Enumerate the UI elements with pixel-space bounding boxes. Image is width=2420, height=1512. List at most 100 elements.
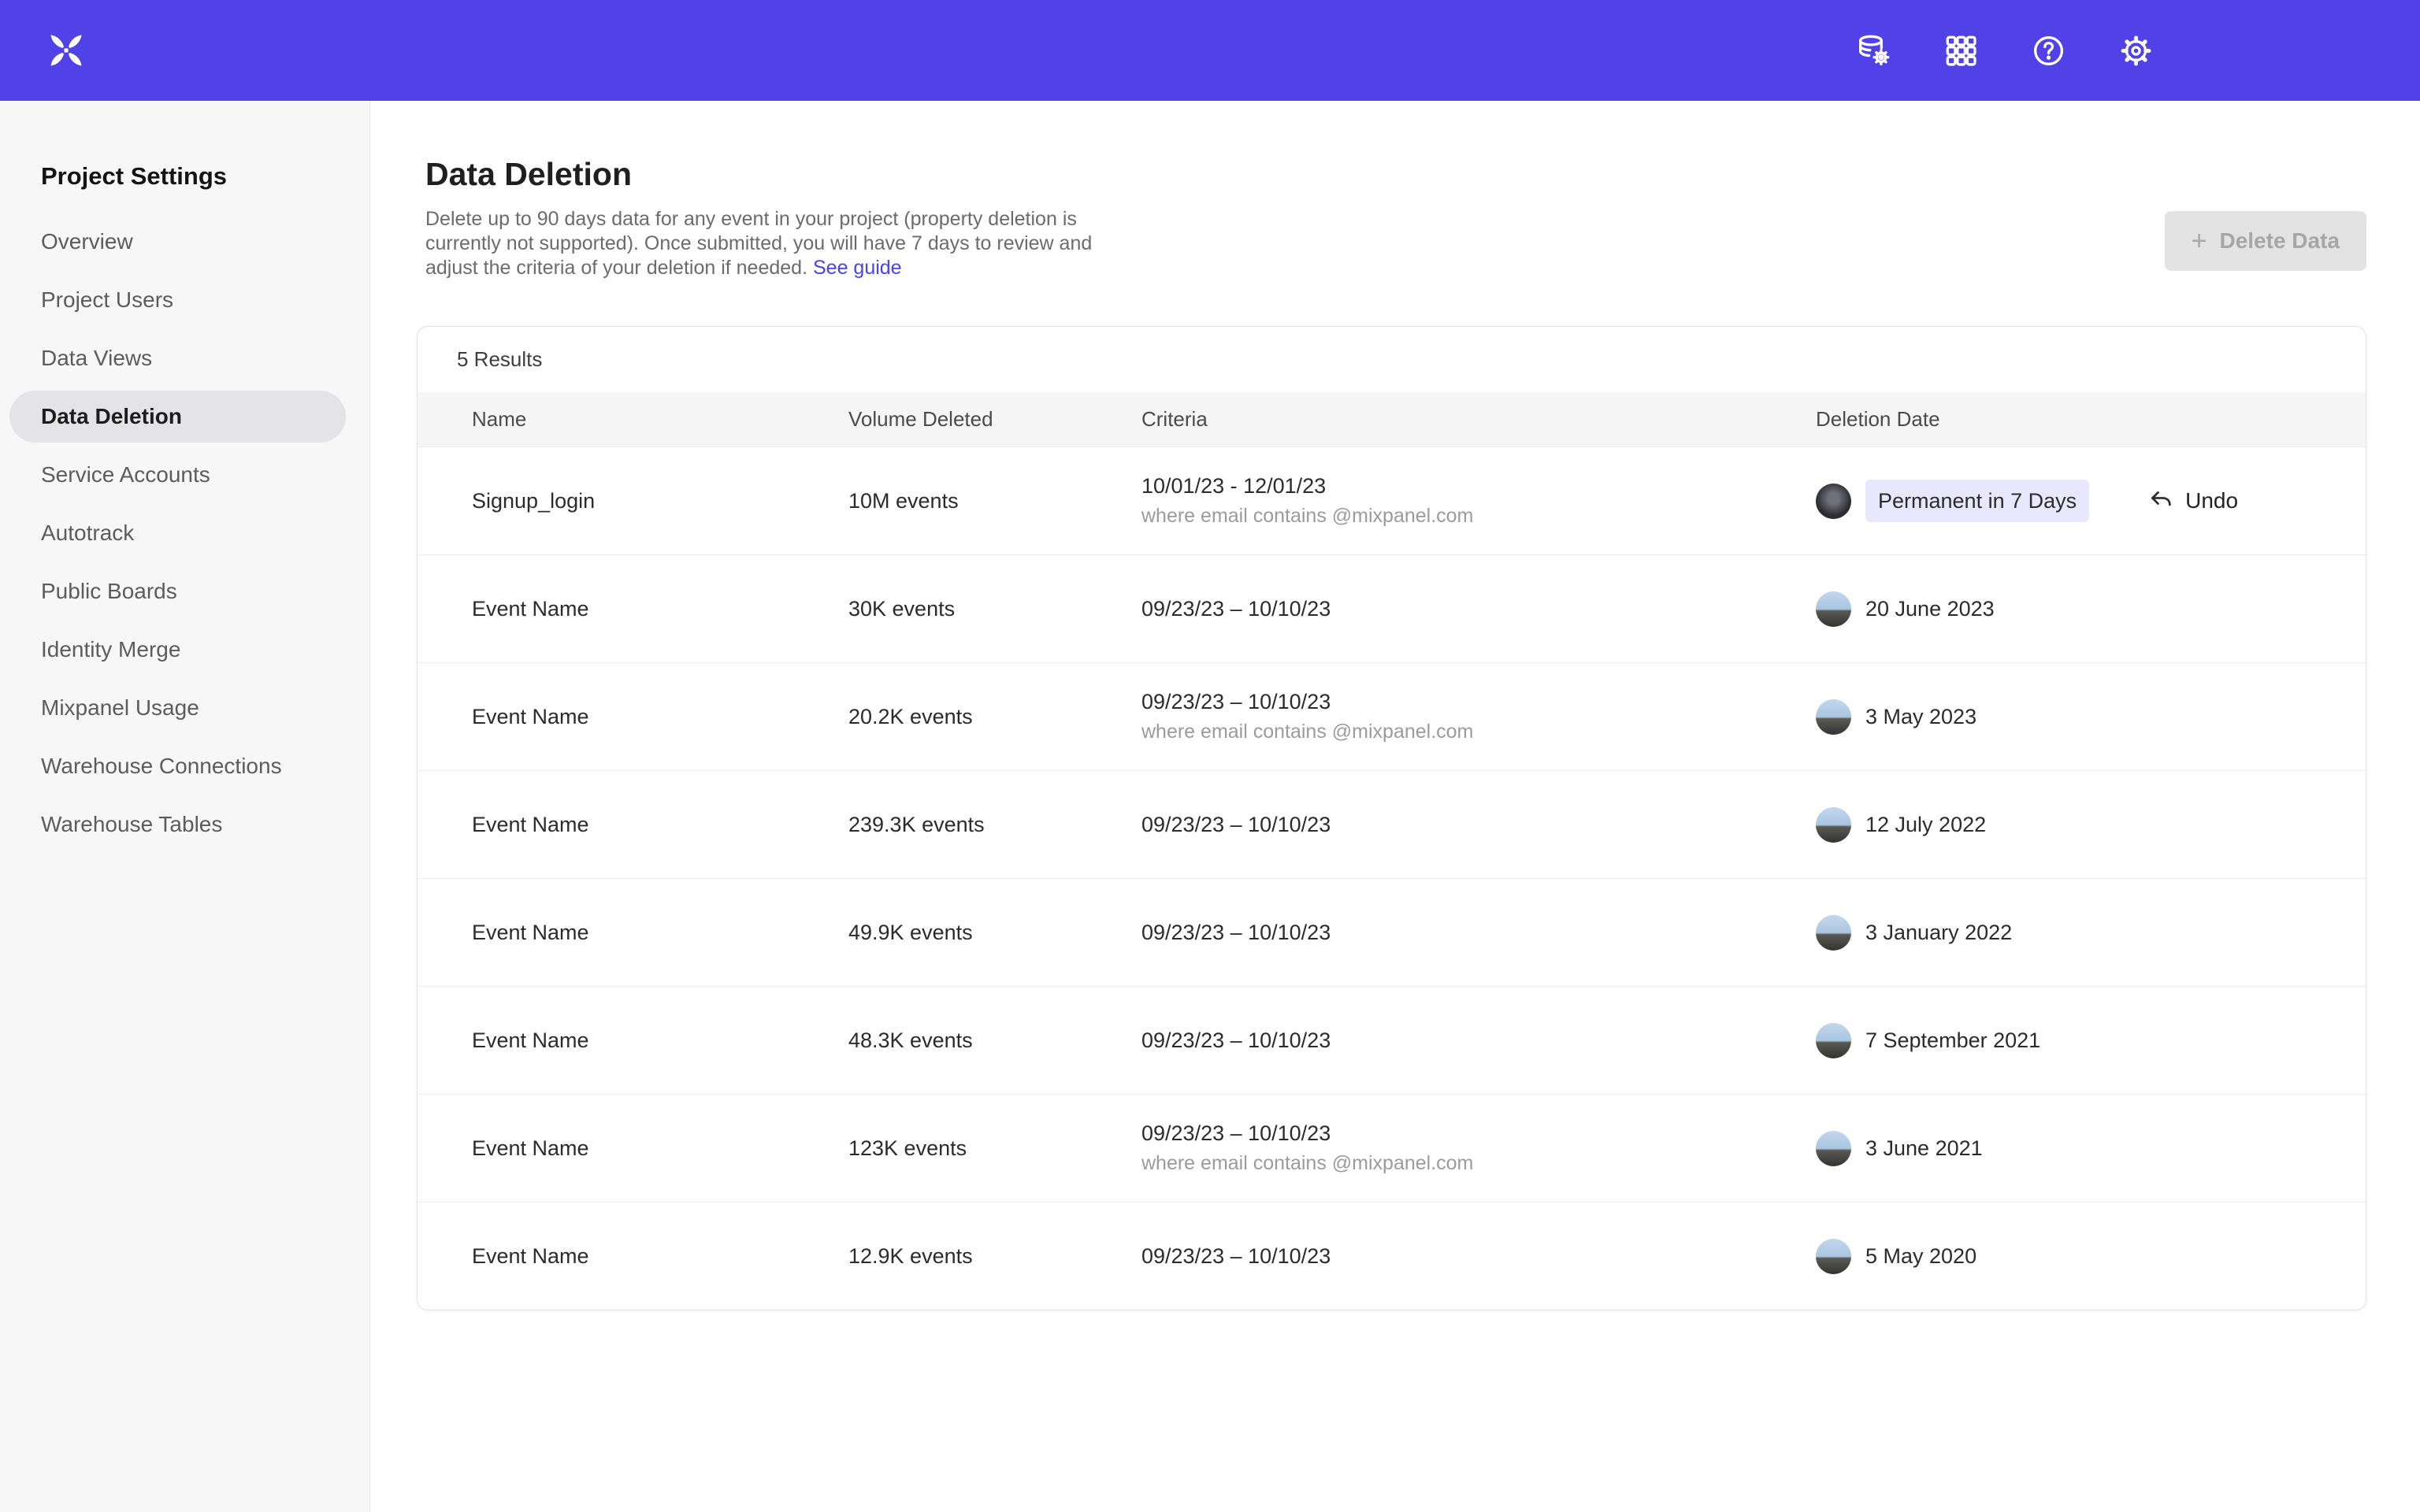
event-name: Event Name bbox=[472, 597, 848, 621]
sidebar-heading: Project Settings bbox=[41, 162, 369, 191]
deletion-date-cell: 7 September 2021 bbox=[1816, 1023, 2366, 1058]
event-name: Event Name bbox=[472, 1028, 848, 1053]
deletion-date-cell: Permanent in 7 Days Undo bbox=[1816, 480, 2366, 522]
delete-data-button-label: Delete Data bbox=[2219, 228, 2340, 254]
user-avatar bbox=[1816, 699, 1851, 735]
user-avatar bbox=[1816, 1239, 1851, 1274]
undo-label: Undo bbox=[2185, 488, 2238, 513]
user-avatar bbox=[1816, 484, 1851, 519]
deletion-date: 3 May 2023 bbox=[1865, 705, 1976, 729]
table-row: Event Name 123K events 09/23/23 – 10/10/… bbox=[418, 1094, 2366, 1202]
criteria-cell: 09/23/23 – 10/10/23 bbox=[1141, 1028, 1816, 1053]
description-line-1: Delete up to 90 days data for any event … bbox=[425, 207, 2366, 232]
sidebar-item-warehouse-tables[interactable]: Warehouse Tables bbox=[9, 799, 346, 850]
see-guide-link[interactable]: See guide bbox=[813, 257, 902, 279]
user-avatar bbox=[1816, 1131, 1851, 1166]
deletion-date-cell: 5 May 2020 bbox=[1816, 1239, 2366, 1274]
permanent-status-badge: Permanent in 7 Days bbox=[1865, 480, 2089, 522]
table-row: Event Name 20.2K events 09/23/23 – 10/10… bbox=[418, 662, 2366, 770]
user-avatar bbox=[1816, 1023, 1851, 1058]
sidebar-nav-list: Overview Project Users Data Views Data D… bbox=[0, 216, 369, 850]
sidebar-item-public-boards[interactable]: Public Boards bbox=[9, 565, 346, 617]
data-deletion-page: Data Deletion Delete up to 90 days data … bbox=[370, 156, 2420, 1310]
event-name: Event Name bbox=[472, 705, 848, 729]
description-line-3: adjust the criteria of your deletion if … bbox=[425, 256, 2366, 280]
top-navigation-bar bbox=[0, 0, 2420, 101]
volume-deleted: 20.2K events bbox=[848, 705, 1141, 729]
column-header-name: Name bbox=[472, 407, 848, 432]
table-header-row: Name Volume Deleted Criteria Deletion Da… bbox=[418, 392, 2366, 447]
sidebar-item-mixpanel-usage[interactable]: Mixpanel Usage bbox=[9, 682, 346, 734]
event-name: Event Name bbox=[472, 813, 848, 837]
table-row: Event Name 30K events 09/23/23 – 10/10/2… bbox=[418, 554, 2366, 662]
event-name: Event Name bbox=[472, 1244, 848, 1269]
sidebar-item-project-users[interactable]: Project Users bbox=[9, 274, 346, 326]
event-name: Event Name bbox=[472, 1136, 848, 1161]
undo-button[interactable]: Undo bbox=[2147, 487, 2238, 514]
table-row: Event Name 239.3K events 09/23/23 – 10/1… bbox=[418, 770, 2366, 878]
volume-deleted: 123K events bbox=[848, 1136, 1141, 1161]
criteria-filter: where email contains @mixpanel.com bbox=[1141, 505, 1816, 528]
page-description: Delete up to 90 days data for any event … bbox=[425, 207, 2366, 280]
topbar-icon-group bbox=[1855, 32, 2155, 69]
deletion-date-cell: 3 January 2022 bbox=[1816, 915, 2366, 951]
mixpanel-logo[interactable] bbox=[46, 30, 87, 71]
user-avatar bbox=[1816, 915, 1851, 951]
table-row: Signup_login 10M events 10/01/23 - 12/01… bbox=[418, 447, 2366, 554]
deletion-date: 20 June 2023 bbox=[1865, 597, 1995, 621]
table-row: Event Name 12.9K events 09/23/23 – 10/10… bbox=[418, 1202, 2366, 1310]
sidebar-item-warehouse-connections[interactable]: Warehouse Connections bbox=[9, 740, 346, 792]
deletion-date: 7 September 2021 bbox=[1865, 1028, 2040, 1053]
page-title: Data Deletion bbox=[425, 156, 2366, 193]
criteria-range: 09/23/23 – 10/10/23 bbox=[1141, 921, 1816, 945]
help-icon[interactable] bbox=[2030, 32, 2067, 69]
deletion-date: 3 January 2022 bbox=[1865, 921, 2012, 945]
settings-sidebar: Project Settings Overview Project Users … bbox=[0, 101, 370, 1512]
user-avatar bbox=[1816, 807, 1851, 843]
volume-deleted: 49.9K events bbox=[848, 921, 1141, 945]
criteria-cell: 09/23/23 – 10/10/23 bbox=[1141, 1244, 1816, 1269]
criteria-cell: 09/23/23 – 10/10/23 where email contains… bbox=[1141, 1121, 1816, 1175]
undo-arrow-icon bbox=[2147, 487, 2174, 514]
delete-data-button[interactable]: + Delete Data bbox=[2165, 211, 2366, 271]
criteria-range: 09/23/23 – 10/10/23 bbox=[1141, 813, 1816, 837]
volume-deleted: 10M events bbox=[848, 489, 1141, 513]
sidebar-item-data-deletion[interactable]: Data Deletion bbox=[9, 391, 346, 443]
column-header-criteria: Criteria bbox=[1141, 407, 1816, 432]
settings-gear-icon[interactable] bbox=[2118, 32, 2155, 69]
sidebar-item-service-accounts[interactable]: Service Accounts bbox=[9, 449, 346, 501]
sidebar-item-autotrack[interactable]: Autotrack bbox=[9, 507, 346, 559]
table-row: Event Name 49.9K events 09/23/23 – 10/10… bbox=[418, 878, 2366, 986]
volume-deleted: 12.9K events bbox=[848, 1244, 1141, 1269]
criteria-range: 09/23/23 – 10/10/23 bbox=[1141, 1028, 1816, 1053]
description-line-2: currently not supported). Once submitted… bbox=[425, 232, 2366, 256]
plus-icon: + bbox=[2192, 228, 2207, 254]
criteria-filter: where email contains @mixpanel.com bbox=[1141, 1152, 1816, 1175]
apps-grid-icon[interactable] bbox=[1943, 32, 1980, 69]
deletion-date-cell: 3 May 2023 bbox=[1816, 699, 2366, 735]
volume-deleted: 48.3K events bbox=[848, 1028, 1141, 1053]
deletion-date: 12 July 2022 bbox=[1865, 813, 1986, 837]
sidebar-item-identity-merge[interactable]: Identity Merge bbox=[9, 624, 346, 676]
deletion-date: 5 May 2020 bbox=[1865, 1244, 1976, 1269]
sidebar-item-data-views[interactable]: Data Views bbox=[9, 332, 346, 384]
criteria-filter: where email contains @mixpanel.com bbox=[1141, 721, 1816, 743]
criteria-range: 09/23/23 – 10/10/23 bbox=[1141, 1244, 1816, 1269]
criteria-cell: 10/01/23 - 12/01/23 where email contains… bbox=[1141, 474, 1816, 528]
deletion-date-cell: 12 July 2022 bbox=[1816, 807, 2366, 843]
event-name: Signup_login bbox=[472, 489, 848, 513]
column-header-deletion-date: Deletion Date bbox=[1816, 407, 2366, 432]
deletion-date: 3 June 2021 bbox=[1865, 1136, 1983, 1161]
sidebar-item-overview[interactable]: Overview bbox=[9, 216, 346, 268]
deletion-date-cell: 20 June 2023 bbox=[1816, 591, 2366, 627]
user-avatar bbox=[1816, 591, 1851, 627]
volume-deleted: 30K events bbox=[848, 597, 1141, 621]
criteria-range: 09/23/23 – 10/10/23 bbox=[1141, 1121, 1816, 1146]
data-management-icon[interactable] bbox=[1855, 32, 1892, 69]
deletion-date-cell: 3 June 2021 bbox=[1816, 1131, 2366, 1166]
event-name: Event Name bbox=[472, 921, 848, 945]
criteria-cell: 09/23/23 – 10/10/23 bbox=[1141, 813, 1816, 837]
column-header-volume-deleted: Volume Deleted bbox=[848, 407, 1141, 432]
criteria-range: 09/23/23 – 10/10/23 bbox=[1141, 690, 1816, 714]
volume-deleted: 239.3K events bbox=[848, 813, 1141, 837]
